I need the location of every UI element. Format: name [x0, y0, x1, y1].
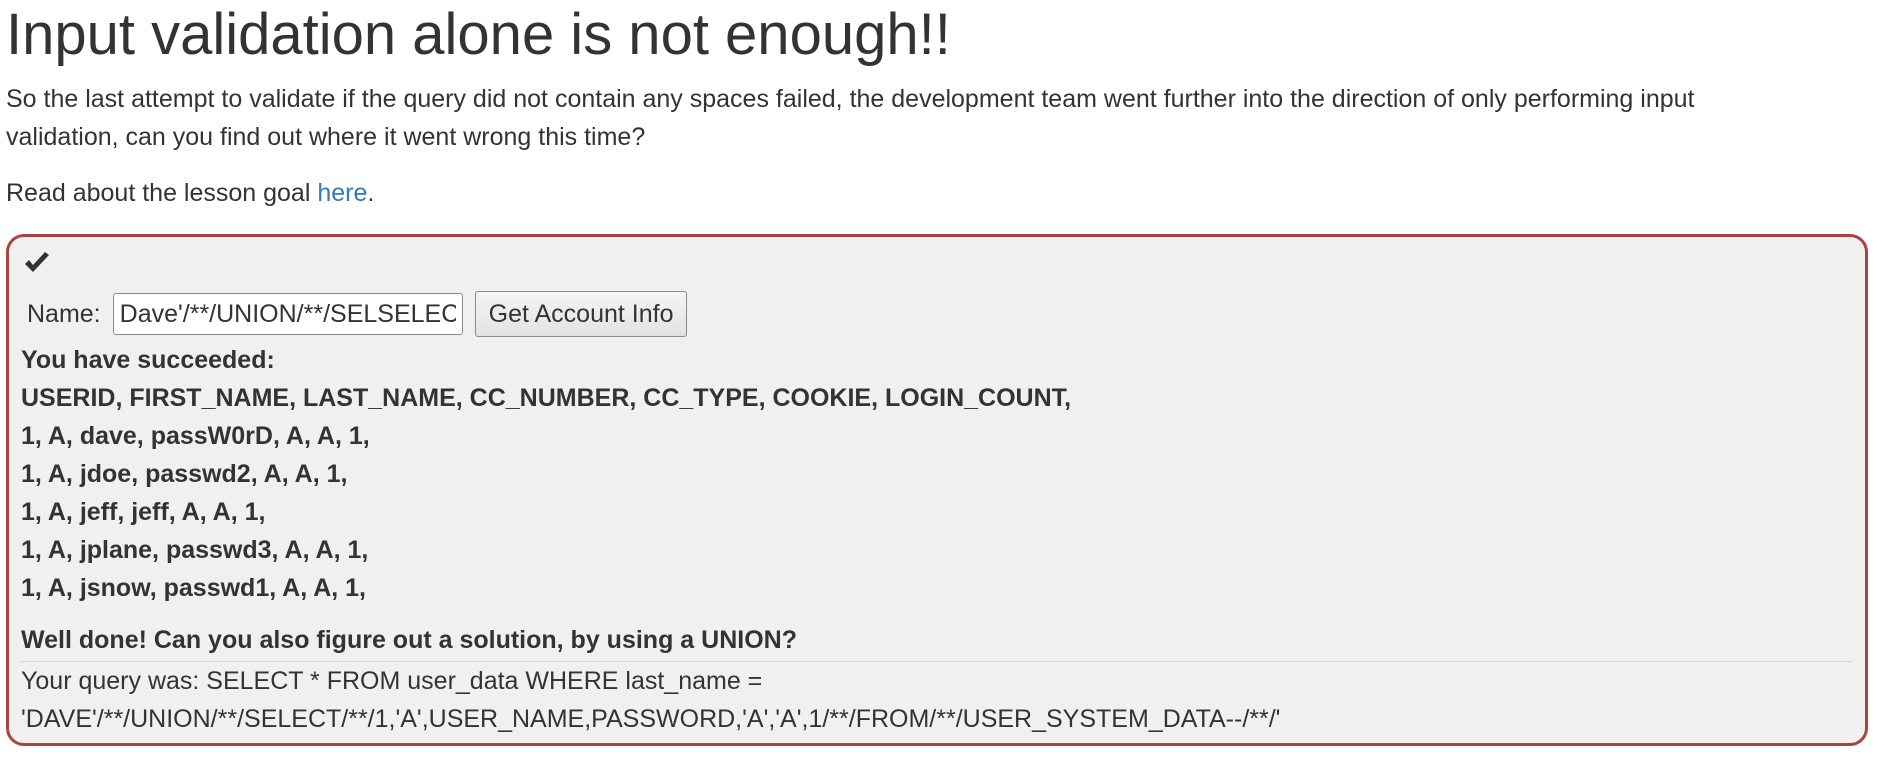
feedback-message: Well done! Can you also figure out a sol…	[21, 626, 797, 654]
result-row: 1, A, jplane, passwd3, A, A, 1,	[21, 536, 369, 564]
query-output: Your query was: SELECT * FROM user_data …	[21, 661, 1853, 738]
checkmark-icon	[25, 252, 49, 272]
name-label: Name:	[27, 299, 101, 328]
result-row: 1, A, jdoe, passwd2, A, A, 1,	[21, 460, 348, 488]
attack-container: Name: Get Account Info You have succeede…	[6, 234, 1868, 746]
result-row: 1, A, dave, passW0rD, A, A, 1,	[21, 422, 370, 450]
get-account-info-button[interactable]: Get Account Info	[474, 291, 688, 337]
lesson-intro: So the last attempt to validate if the q…	[6, 85, 1695, 151]
feedback-heading: You have succeeded:	[21, 346, 275, 374]
result-row: 1, A, jeff, jeff, A, A, 1,	[21, 498, 266, 526]
attack-form: Name: Get Account Info	[21, 291, 688, 337]
name-input[interactable]	[112, 293, 463, 335]
lesson-page: Input validation alone is not enough!! S…	[6, 0, 1880, 746]
query-output-line: Your query was: SELECT * FROM user_data …	[21, 667, 763, 695]
goal-prefix: Read about the lesson goal	[6, 179, 318, 207]
lesson-goal-link[interactable]: here	[317, 179, 367, 207]
page-title: Input validation alone is not enough!!	[6, 2, 951, 67]
lesson-goal: Read about the lesson goal here.	[6, 174, 1880, 212]
result-header-row: USERID, FIRST_NAME, LAST_NAME, CC_NUMBER…	[21, 384, 1072, 412]
query-output-line: 'DAVE'/**/UNION/**/SELECT/**/1,'A',USER_…	[21, 705, 1281, 733]
goal-suffix: .	[367, 179, 375, 207]
attack-feedback: You have succeeded: USERID, FIRST_NAME, …	[21, 341, 1071, 607]
result-row: 1, A, jsnow, passwd1, A, A, 1,	[21, 574, 366, 602]
